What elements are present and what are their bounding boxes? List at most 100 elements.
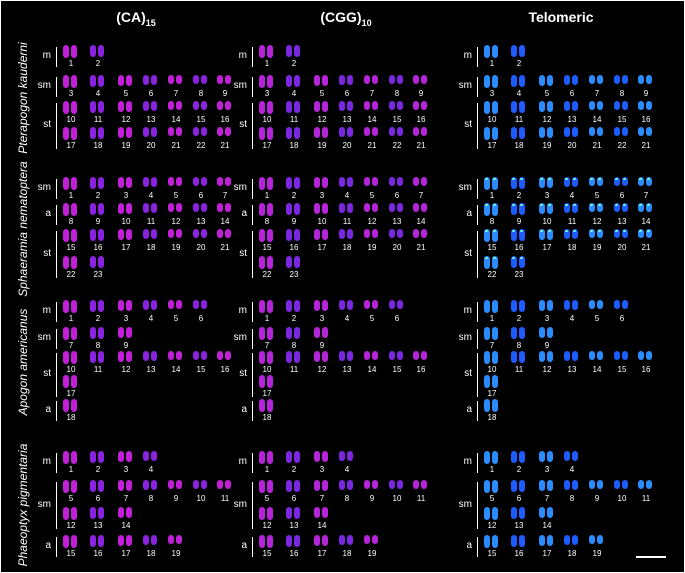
chromosome-pair <box>63 300 79 313</box>
chromosome-number: 1 <box>489 465 495 474</box>
telomere-signal <box>485 230 488 232</box>
chromosome-pair <box>484 327 500 340</box>
chromosome-pair <box>118 177 134 190</box>
chromosome-pair <box>63 399 79 412</box>
chromosome-number: 2 <box>95 465 101 474</box>
telomere-signal <box>573 230 576 232</box>
telomere-signal <box>548 204 551 206</box>
chromosome-number: 17 <box>542 243 552 252</box>
group-divider <box>56 103 57 149</box>
telomere-signal <box>540 204 543 206</box>
chromosome-pair <box>484 229 500 242</box>
group-divider <box>252 537 253 557</box>
chromosome-pair <box>364 300 380 313</box>
chromosome-number: 19 <box>317 141 327 150</box>
chromosome-pair <box>168 351 184 364</box>
column-header-cgg: (CGG)10 <box>320 9 372 28</box>
telomere-signal <box>540 178 543 180</box>
species-label: Sphaeramia nematoptera <box>16 160 30 297</box>
chromosome-pair <box>589 177 605 190</box>
chromosome-pair <box>63 75 79 88</box>
chromosome-number: 21 <box>416 243 426 252</box>
chromosome-number: 4 <box>95 89 101 98</box>
chromosome-pair <box>614 203 630 216</box>
chromosome-pair <box>539 507 555 520</box>
chromosome-pair <box>614 177 630 190</box>
chromosome-number: 22 <box>196 141 206 150</box>
telomere-signal <box>623 204 626 206</box>
chromosome-pair <box>484 256 500 269</box>
chromosome-pair <box>413 351 429 364</box>
chromosome-pair <box>564 101 580 114</box>
chromosome-pair <box>413 127 429 140</box>
chromosome-number: 14 <box>317 521 327 530</box>
chromosome-pair <box>259 177 275 190</box>
chromosome-number: 13 <box>392 217 402 226</box>
chromosome-number: 2 <box>516 59 522 68</box>
chromosome-number: 14 <box>592 115 602 124</box>
telomere-signal <box>485 204 488 206</box>
chromosome-pair <box>90 45 106 58</box>
chromosome-number: 9 <box>594 494 600 503</box>
group-divider <box>56 77 57 97</box>
chromosome-pair <box>63 375 79 388</box>
chromosome-number: 13 <box>567 365 577 374</box>
chromosome-number: 14 <box>542 521 552 530</box>
telomere-signal <box>639 178 642 180</box>
chromosome-number: 7 <box>123 494 129 503</box>
chromosome-pair <box>638 177 654 190</box>
chromosome-pair <box>314 101 330 114</box>
chromosome-pair <box>339 300 355 313</box>
chromosome-pair <box>339 451 355 464</box>
chromosome-number: 19 <box>171 549 181 558</box>
chromosome-number: 16 <box>289 243 299 252</box>
chromosome-number: 21 <box>171 141 181 150</box>
chromosome-pair <box>539 177 555 190</box>
column-header-telomeric: Telomeric <box>528 9 594 25</box>
chromosome-number: 6 <box>569 89 575 98</box>
chromosome-number: 3 <box>544 191 550 200</box>
group-divider <box>477 47 478 67</box>
group-divider <box>56 329 57 349</box>
chromosome-number: 11 <box>567 217 577 226</box>
chromosome-pair <box>614 480 630 493</box>
chromosome-number: 7 <box>264 341 270 350</box>
species-label: Apogon americanus <box>16 308 30 415</box>
karyotype-figure: (CA)15 (CGG)10 Telomeric Pterapogon kaud… <box>0 0 685 573</box>
chromosome-number: 2 <box>291 314 297 323</box>
chromosome-pair <box>614 351 630 364</box>
chromosome-pair <box>314 229 330 242</box>
chromosome-number: 10 <box>66 115 76 124</box>
chromosome-pair <box>314 351 330 364</box>
chromosome-pair <box>314 327 330 340</box>
telomere-signal <box>540 230 543 232</box>
chromosome-pair <box>193 480 209 493</box>
telomere-signal <box>493 178 496 180</box>
group-divider <box>252 103 253 149</box>
chromosome-pair <box>217 229 233 242</box>
chromosome-pair <box>259 399 275 412</box>
chromosome-pair <box>589 229 605 242</box>
chromosome-number: 13 <box>567 115 577 124</box>
chromosome-number: 12 <box>171 217 181 226</box>
chromosome-number: 21 <box>641 141 651 150</box>
chromosome-pair <box>63 45 79 58</box>
chromosome-pair <box>589 480 605 493</box>
chromosome-number: 14 <box>367 115 377 124</box>
chromosome-pair <box>413 75 429 88</box>
chromosome-number: 7 <box>418 191 424 200</box>
chromosome-number: 4 <box>344 465 350 474</box>
chromosome-pair <box>539 203 555 216</box>
chromosome-pair <box>314 480 330 493</box>
chromosome-pair <box>539 327 555 340</box>
chromosome-number: 6 <box>619 191 625 200</box>
chromosome-pair <box>484 451 500 464</box>
chromosome-number: 1 <box>264 191 270 200</box>
chromosome-pair <box>286 480 302 493</box>
chromosome-number: 6 <box>394 314 400 323</box>
chromosome-pair <box>484 127 500 140</box>
chromosome-number: 14 <box>592 365 602 374</box>
chromosome-number: 13 <box>146 365 156 374</box>
chromosome-number: 1 <box>264 465 270 474</box>
chromosome-number: 18 <box>66 413 76 422</box>
